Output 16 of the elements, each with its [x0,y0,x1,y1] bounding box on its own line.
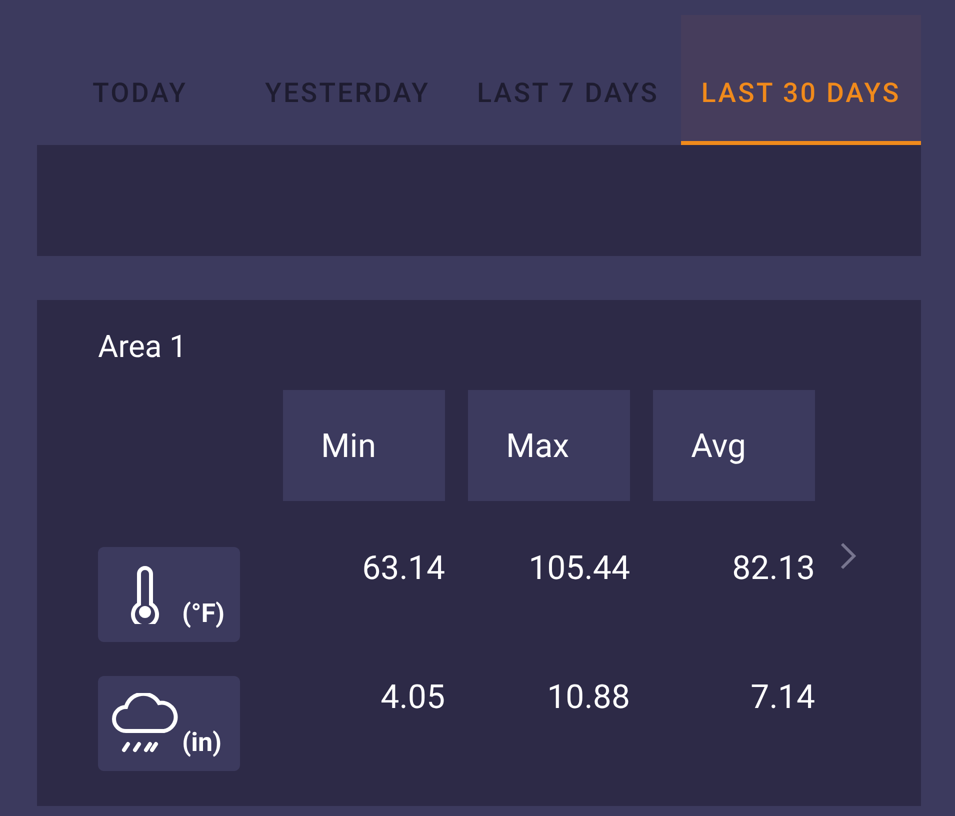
value-cell-text: 82.13 [732,549,815,590]
thermometer-icon [128,566,162,624]
column-header: Min [283,390,445,501]
value-cell-text: 4.05 [380,678,445,719]
value-cell-text: 7.14 [750,678,815,719]
value-cell-text: 10.88 [547,678,630,719]
column-header: Max [468,390,630,501]
unit-label: (in) [182,727,222,760]
rain-cloud-icon [110,692,180,754]
column-header: Avg [653,390,815,501]
chevron-right-icon[interactable] [838,541,858,571]
tab[interactable]: LAST 30 DAYS [681,15,921,145]
value-cell-text: 63.14 [362,549,445,590]
value-cell-text: 105.44 [528,549,630,590]
area-title: Area 1 [98,327,188,367]
unit-label: (°F) [182,598,225,631]
